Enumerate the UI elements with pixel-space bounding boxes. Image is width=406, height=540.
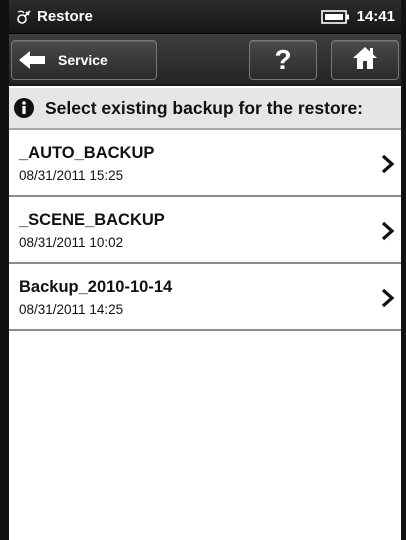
info-text: Select existing backup for the restore: xyxy=(45,97,364,118)
home-icon xyxy=(352,46,378,75)
home-button[interactable] xyxy=(331,40,399,80)
backup-name: _AUTO_BACKUP xyxy=(19,144,155,162)
backup-list: _AUTO_BACKUP 08/31/2011 15:25 _SCENE_BAC… xyxy=(9,130,401,331)
satellite-icon xyxy=(15,8,33,26)
backup-date: 08/31/2011 15:25 xyxy=(19,168,124,183)
status-title: Restore xyxy=(37,8,93,25)
list-item[interactable]: _SCENE_BACKUP 08/31/2011 10:02 xyxy=(9,197,401,264)
status-time: 14:41 xyxy=(356,8,395,25)
backup-name: _SCENE_BACKUP xyxy=(19,211,165,229)
help-label: ? xyxy=(274,44,292,75)
toolbar: Service ? xyxy=(9,34,401,86)
back-button-label: Service xyxy=(58,52,108,68)
backup-name: Backup_2010-10-14 xyxy=(19,278,173,296)
status-bar: Restore 14:41 xyxy=(9,0,401,34)
back-arrow-icon xyxy=(18,49,46,71)
help-button[interactable]: ? xyxy=(249,40,317,80)
list-item[interactable]: Backup_2010-10-14 08/31/2011 14:25 xyxy=(9,264,401,331)
chevron-right-icon xyxy=(381,221,395,241)
backup-date: 08/31/2011 14:25 xyxy=(19,302,124,317)
info-icon xyxy=(13,97,35,119)
battery-icon xyxy=(320,9,351,24)
backup-date: 08/31/2011 10:02 xyxy=(19,235,124,250)
info-bar: Select existing backup for the restore: xyxy=(9,88,401,130)
chevron-right-icon xyxy=(381,288,395,308)
back-button[interactable]: Service xyxy=(11,40,157,80)
list-item[interactable]: _AUTO_BACKUP 08/31/2011 15:25 xyxy=(9,130,401,197)
chevron-right-icon xyxy=(381,154,395,174)
